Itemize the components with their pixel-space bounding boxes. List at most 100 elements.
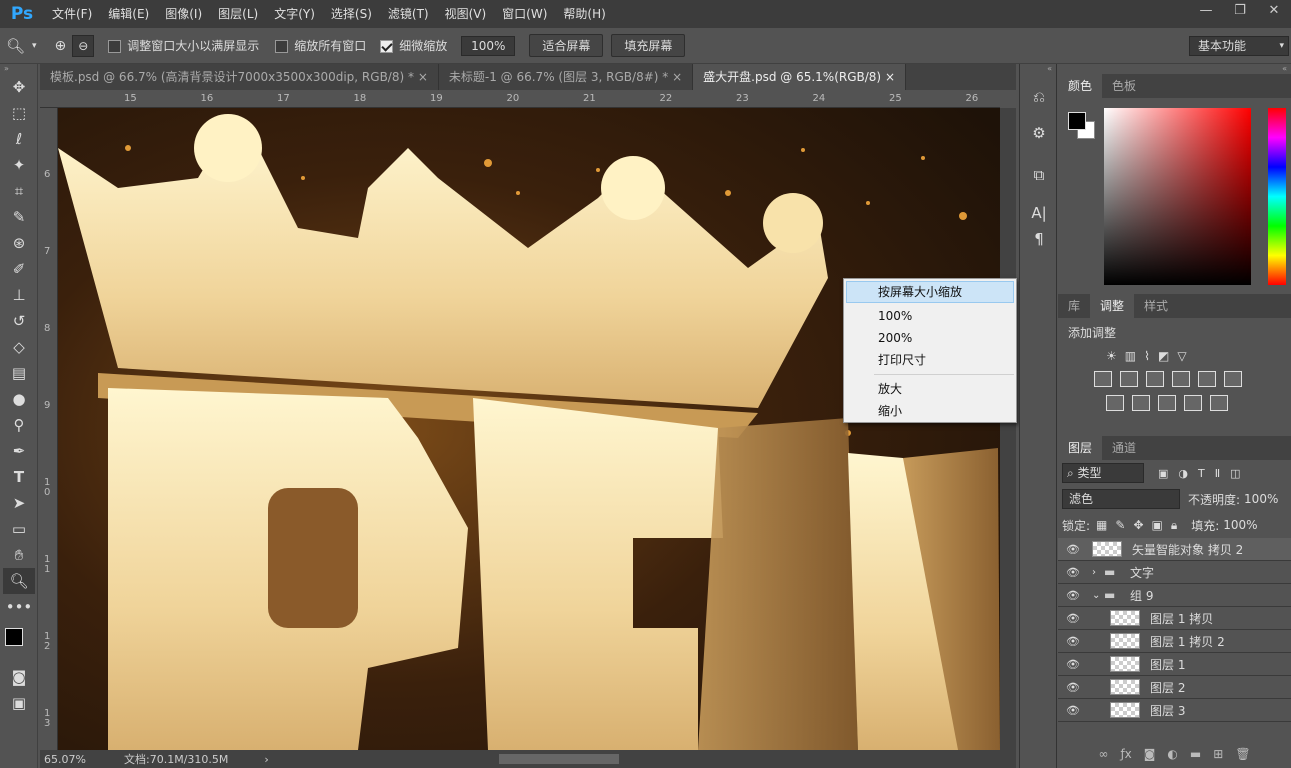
hue-sat-icon[interactable]: [1094, 371, 1112, 387]
visibility-eye-icon[interactable]: 👁︎: [1058, 704, 1088, 717]
filter-icons[interactable]: ▣◑TⅡ◫: [1158, 467, 1251, 480]
dodge-tool-icon[interactable]: ⚲: [0, 412, 38, 438]
brightness-icon[interactable]: ☀: [1106, 349, 1117, 363]
ruler-horizontal[interactable]: 15 16 17 18 19 20 21 22 23 24 25 26: [40, 90, 1000, 108]
tab-color[interactable]: 颜色: [1058, 74, 1103, 98]
hue-slider[interactable]: [1268, 108, 1286, 285]
visibility-eye-icon[interactable]: 👁︎: [1058, 543, 1088, 556]
visibility-eye-icon[interactable]: 👁︎: [1058, 612, 1088, 625]
menu-item[interactable]: 图层(L): [210, 0, 266, 28]
layer-filter-select[interactable]: ⌕ 类型: [1062, 463, 1144, 483]
layer-row[interactable]: 👁︎ 图层 1 拷贝 2: [1058, 630, 1291, 653]
fit-screen-button[interactable]: 适合屏幕: [529, 34, 604, 57]
menu-zoom-out[interactable]: 缩小: [844, 400, 1016, 422]
history-brush-icon[interactable]: ↺: [0, 308, 38, 334]
close-icon[interactable]: ×: [418, 70, 428, 84]
zoom-tool-icon[interactable]: 🔍︎: [3, 568, 35, 594]
collapse-icon[interactable]: «: [1058, 64, 1291, 74]
black-white-icon[interactable]: [1146, 371, 1164, 387]
menu-item[interactable]: 帮助(H): [555, 0, 613, 28]
link-layers-icon[interactable]: ∞: [1098, 747, 1108, 761]
foreground-color[interactable]: [1068, 112, 1086, 130]
chevron-down-icon[interactable]: ▾: [32, 41, 37, 51]
tab-libraries[interactable]: 库: [1058, 294, 1090, 318]
history-panel-icon[interactable]: ⎌: [1020, 84, 1058, 110]
channel-mixer-icon[interactable]: [1198, 371, 1216, 387]
opacity-field[interactable]: 100%: [1244, 492, 1278, 506]
workspace-select[interactable]: 基本功能 ▾: [1189, 36, 1289, 56]
pen-tool-icon[interactable]: ✒: [0, 438, 38, 464]
menu-print-size[interactable]: 打印尺寸: [844, 349, 1016, 371]
path-select-icon[interactable]: ➤: [0, 490, 38, 516]
exposure-icon[interactable]: ◩: [1158, 349, 1169, 363]
visibility-eye-icon[interactable]: 👁︎: [1058, 589, 1088, 602]
new-group-icon[interactable]: ▬: [1190, 747, 1201, 761]
tab-untitled[interactable]: 未标题-1 @ 66.7% (图层 3, RGB/8#) * ×: [439, 64, 694, 90]
paths-panel-icon[interactable]: ⧉: [1020, 162, 1058, 188]
invert-icon[interactable]: [1106, 395, 1124, 411]
tab-template[interactable]: 模板.psd @ 66.7% (高清背景设计7000x3500x300dip, …: [40, 64, 439, 90]
resize-windows-checkbox[interactable]: 调整窗口大小以满屏显示: [108, 37, 259, 54]
menu-100[interactable]: 100%: [844, 305, 1016, 327]
fx-icon[interactable]: ƒx: [1120, 747, 1131, 761]
menu-item[interactable]: 视图(V): [437, 0, 495, 28]
type-tool-icon[interactable]: T: [0, 464, 38, 490]
threshold-icon[interactable]: [1158, 395, 1176, 411]
layer-row[interactable]: 👁︎ 图层 3: [1058, 699, 1291, 722]
close-icon[interactable]: ×: [672, 70, 682, 84]
layer-row[interactable]: 👁︎ › ▬ 文字: [1058, 561, 1291, 584]
menu-item[interactable]: 滤镜(T): [380, 0, 437, 28]
tab-swatches[interactable]: 色板: [1102, 74, 1146, 98]
close-button[interactable]: ✕: [1257, 0, 1291, 24]
layer-row[interactable]: 👁︎ 图层 1 拷贝: [1058, 607, 1291, 630]
menu-fit-screen[interactable]: 按屏幕大小缩放: [846, 281, 1014, 303]
blend-mode-select[interactable]: 滤色: [1062, 489, 1180, 509]
adjustment-layer-icon[interactable]: ◐: [1167, 747, 1177, 761]
restore-button[interactable]: ❐: [1223, 0, 1257, 24]
foreground-color[interactable]: [5, 628, 23, 646]
visibility-eye-icon[interactable]: 👁︎: [1058, 658, 1088, 671]
scrubby-zoom-checkbox[interactable]: 细微缩放: [380, 37, 447, 54]
hand-tool-icon[interactable]: ✋︎: [0, 542, 38, 568]
zoom-out-icon[interactable]: ⊖: [72, 34, 95, 57]
lock-icons[interactable]: ▦✎✥▣🔒︎: [1096, 518, 1185, 533]
group-toggle-icon[interactable]: ⌄: [1092, 590, 1104, 601]
stamp-tool-icon[interactable]: ⊥: [0, 282, 38, 308]
new-layer-icon[interactable]: ⊞: [1213, 747, 1223, 761]
tab-layers[interactable]: 图层: [1058, 436, 1103, 460]
character-panel-icon[interactable]: A|: [1020, 200, 1058, 226]
lasso-tool-icon[interactable]: ℓ: [0, 126, 38, 152]
blur-tool-icon[interactable]: ●: [0, 386, 38, 412]
marquee-tool-icon[interactable]: ⬚: [0, 100, 38, 126]
status-arrow-icon[interactable]: ›: [264, 753, 268, 766]
tab-styles[interactable]: 样式: [1134, 294, 1178, 318]
menu-zoom-in[interactable]: 放大: [844, 378, 1016, 400]
levels-icon[interactable]: ▥: [1125, 349, 1136, 363]
menu-item[interactable]: 图像(I): [157, 0, 210, 28]
visibility-eye-icon[interactable]: 👁︎: [1058, 681, 1088, 694]
close-icon[interactable]: ×: [885, 70, 895, 84]
minimize-button[interactable]: —: [1189, 0, 1223, 24]
menu-item[interactable]: 窗口(W): [494, 0, 555, 28]
eraser-tool-icon[interactable]: ◇: [0, 334, 38, 360]
paragraph-panel-icon[interactable]: ¶: [1020, 226, 1058, 252]
color-lookup-icon[interactable]: [1224, 371, 1242, 387]
layer-row[interactable]: 👁︎ 图层 1: [1058, 653, 1291, 676]
fill-screen-button[interactable]: 填充屏幕: [611, 34, 686, 57]
tab-channels[interactable]: 通道: [1102, 436, 1146, 460]
fill-field[interactable]: 100%: [1223, 518, 1257, 532]
menu-item[interactable]: 选择(S): [323, 0, 380, 28]
tab-adjustments[interactable]: 调整: [1090, 294, 1135, 318]
posterize-icon[interactable]: [1132, 395, 1150, 411]
canvas[interactable]: [58, 108, 1000, 750]
photo-filter-icon[interactable]: [1172, 371, 1190, 387]
collapse-icon[interactable]: »: [0, 64, 37, 74]
more-tools-icon[interactable]: •••: [0, 594, 38, 620]
move-tool-icon[interactable]: ✥: [0, 74, 38, 100]
layer-row[interactable]: 👁︎ 图层 2: [1058, 676, 1291, 699]
screen-mode-icon[interactable]: ▣: [0, 690, 38, 716]
visibility-eye-icon[interactable]: 👁︎: [1058, 635, 1088, 648]
brush-tool-icon[interactable]: ✐: [0, 256, 38, 282]
visibility-eye-icon[interactable]: 👁︎: [1058, 566, 1088, 579]
group-toggle-icon[interactable]: ›: [1092, 567, 1104, 578]
